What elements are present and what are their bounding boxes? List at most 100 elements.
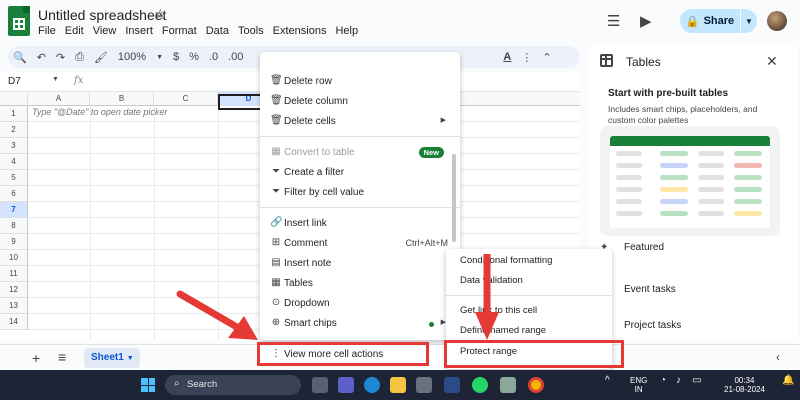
- row-header[interactable]: 8: [0, 218, 28, 234]
- menu-item-convert-to-table[interactable]: ▦ Convert to table New: [260, 143, 460, 163]
- row-header[interactable]: 9: [0, 234, 28, 250]
- menu-item-delete-column[interactable]: 🗑 Delete column: [260, 92, 460, 112]
- share-label: Share: [703, 15, 735, 27]
- menu-tools[interactable]: Tools: [233, 25, 268, 37]
- event-tasks-label: Event tasks: [624, 284, 676, 295]
- decrease-decimal-button[interactable]: .0: [204, 51, 223, 63]
- menu-edit[interactable]: Edit: [60, 25, 88, 37]
- store-icon[interactable]: [416, 377, 432, 393]
- meet-video-icon[interactable]: ▶: [640, 12, 652, 30]
- redo-icon[interactable]: ↷: [51, 51, 70, 64]
- currency-format-button[interactable]: $: [168, 51, 184, 63]
- menu-scrollbar[interactable]: [452, 154, 456, 242]
- row-header[interactable]: 2: [0, 122, 28, 138]
- column-header-a[interactable]: A: [28, 92, 90, 106]
- battery-icon[interactable]: ▭: [692, 376, 701, 386]
- menu-item-insert-link[interactable]: 🔗 Insert link: [260, 214, 460, 234]
- menu-item-delete-row[interactable]: 🗑 Delete row: [260, 72, 460, 92]
- row-header[interactable]: 7: [0, 202, 28, 218]
- menu-item-dropdown[interactable]: ⊙ Dropdown: [260, 294, 460, 314]
- row-header[interactable]: 12: [0, 282, 28, 298]
- menu-item-label: Delete row: [284, 76, 332, 87]
- menu-bar: File Edit View Insert Format Data Tools …: [38, 25, 363, 37]
- note-icon: ▤: [271, 257, 281, 268]
- row-header[interactable]: 14: [0, 314, 28, 330]
- menu-format[interactable]: Format: [157, 25, 201, 37]
- select-all-corner[interactable]: [0, 92, 28, 106]
- row-header[interactable]: 3: [0, 138, 28, 154]
- table-template-preview[interactable]: [600, 126, 780, 236]
- task-view-icon[interactable]: [312, 377, 328, 393]
- menu-extensions[interactable]: Extensions: [268, 25, 331, 37]
- row-header[interactable]: 11: [0, 266, 28, 282]
- name-box[interactable]: D7: [8, 76, 21, 87]
- menu-help[interactable]: Help: [331, 25, 363, 37]
- column-header-c[interactable]: C: [154, 92, 218, 106]
- close-icon[interactable]: ✕: [766, 53, 778, 70]
- search-icon: ⌕: [174, 378, 180, 389]
- menu-view[interactable]: View: [88, 25, 121, 37]
- search-menus-icon[interactable]: 🔍: [8, 51, 32, 64]
- menu-item-delete-cells[interactable]: 🗑 Delete cells ▶: [260, 112, 460, 132]
- name-box-chevron-down-icon[interactable]: ▼: [52, 76, 59, 83]
- menu-item-label: Filter by cell value: [284, 187, 365, 198]
- chrome-icon[interactable]: [528, 377, 544, 393]
- zoom-select[interactable]: 100%: [113, 51, 151, 63]
- project-tasks-label: Project tasks: [624, 320, 682, 331]
- zoom-chevron-down-icon[interactable]: ▼: [151, 54, 168, 61]
- whatsapp-icon[interactable]: [472, 377, 488, 393]
- app-icon[interactable]: [444, 377, 460, 393]
- sheet-tab-sheet1[interactable]: Sheet1 ▼: [84, 348, 140, 368]
- row-header[interactable]: 13: [0, 298, 28, 314]
- app-icon[interactable]: [500, 377, 516, 393]
- volume-icon[interactable]: ♪: [676, 376, 681, 386]
- sheets-logo-icon[interactable]: [8, 6, 30, 36]
- notification-bell-icon[interactable]: 🔔: [782, 376, 794, 386]
- percent-format-button[interactable]: %: [184, 51, 204, 63]
- menu-data[interactable]: Data: [201, 25, 233, 37]
- windows-start-icon[interactable]: [141, 378, 155, 392]
- print-icon[interactable]: ⎙: [70, 51, 89, 64]
- column-header-b[interactable]: B: [90, 92, 154, 106]
- row-header[interactable]: 4: [0, 154, 28, 170]
- edge-icon[interactable]: [364, 377, 380, 393]
- more-options-icon[interactable]: ⋮: [516, 51, 537, 64]
- teams-icon[interactable]: [338, 377, 354, 393]
- menu-item-filter-by-cell-value[interactable]: ⏷ Filter by cell value: [260, 183, 460, 203]
- menu-item-label: Delete cells: [284, 116, 336, 127]
- menu-item-label: Comment: [284, 238, 328, 249]
- menu-insert[interactable]: Insert: [121, 25, 158, 37]
- menu-item-insert-note[interactable]: ▤ Insert note: [260, 254, 460, 274]
- menu-item-create-filter[interactable]: ⏷ Create a filter: [260, 163, 460, 183]
- clock[interactable]: 00:34 21-08-2024: [724, 376, 765, 394]
- text-color-icon[interactable]: A: [498, 51, 516, 63]
- menu-item-comment[interactable]: ⊞ Comment Ctrl+Alt+M: [260, 234, 460, 254]
- tray-chevron-up-icon[interactable]: ^: [605, 376, 610, 386]
- taskbar-search-box[interactable]: ⌕ Search: [165, 375, 301, 395]
- paint-format-icon[interactable]: 🖌: [89, 51, 113, 64]
- menu-item-tables[interactable]: ▦ Tables: [260, 274, 460, 294]
- increase-decimal-button[interactable]: .00: [223, 51, 248, 63]
- add-sheet-icon[interactable]: +: [32, 350, 40, 366]
- row-header[interactable]: 1: [0, 106, 28, 122]
- chevron-left-icon[interactable]: ‹: [776, 350, 780, 364]
- row-header[interactable]: 10: [0, 250, 28, 266]
- language-indicator[interactable]: ENG IN: [630, 376, 647, 394]
- avatar[interactable]: [767, 11, 787, 31]
- row-header[interactable]: 6: [0, 186, 28, 202]
- wifi-icon[interactable]: ◔: [660, 376, 666, 386]
- row-header[interactable]: 5: [0, 170, 28, 186]
- file-explorer-icon[interactable]: [390, 377, 406, 393]
- share-button[interactable]: 🔒 Share: [680, 9, 740, 33]
- all-sheets-icon[interactable]: ≡: [58, 349, 66, 365]
- template-project-tasks[interactable]: ☰Project tasks: [600, 320, 681, 331]
- menu-item-smart-chips[interactable]: ⊕ Smart chips ▶: [260, 314, 460, 334]
- cell-a1-hint[interactable]: Type "@Date" to open date picker: [32, 107, 167, 117]
- document-title[interactable]: Untitled spreadsheet: [38, 7, 166, 23]
- share-dropdown-button[interactable]: ▼: [741, 9, 757, 33]
- menu-file[interactable]: File: [38, 25, 60, 37]
- undo-icon[interactable]: ↶: [32, 51, 51, 64]
- comments-history-icon[interactable]: ☰: [607, 12, 620, 30]
- collapse-toolbar-icon[interactable]: ⌃: [537, 51, 556, 64]
- star-icon[interactable]: ☆: [154, 6, 167, 23]
